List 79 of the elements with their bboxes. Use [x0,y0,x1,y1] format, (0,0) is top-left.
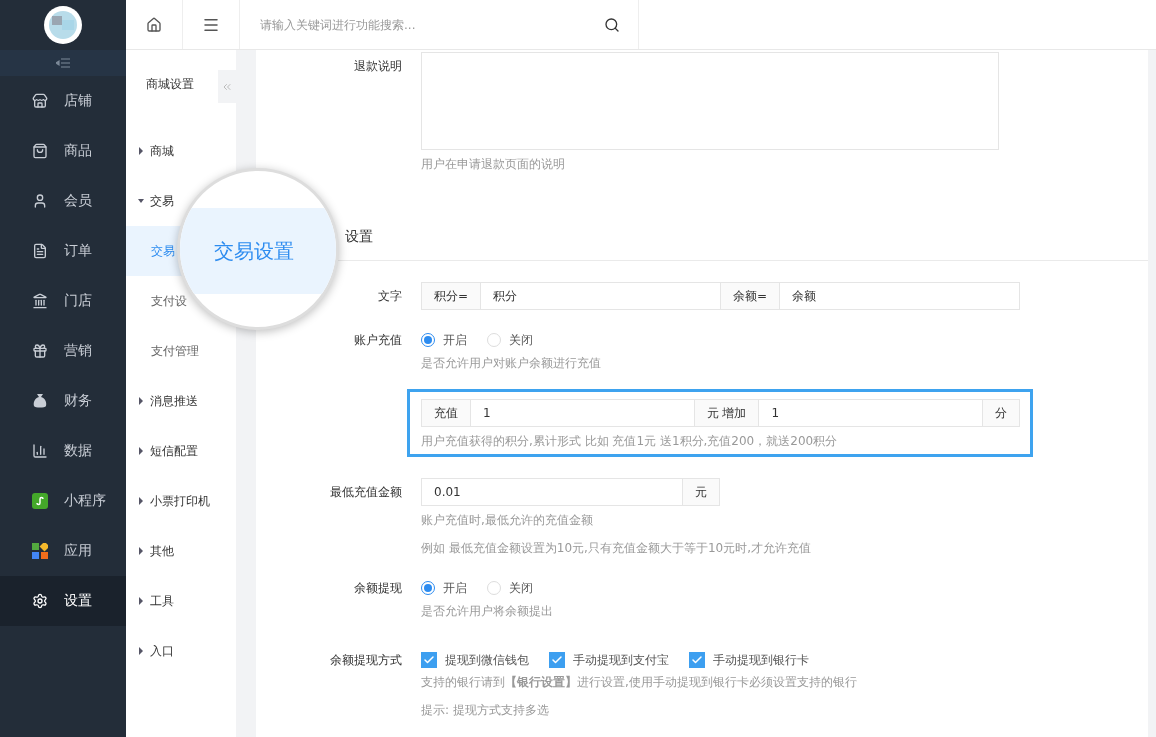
checkbox-option[interactable]: 手动提现到银行卡 [689,651,809,669]
nav-item[interactable]: 小票打印机 [138,493,210,509]
document-icon [32,243,48,259]
help-text: 提示: 提现方式支持多选 [421,702,550,719]
nav-item[interactable]: 其他 [138,543,174,559]
field-label: 文字 [378,289,402,303]
nav-item[interactable]: 消息推送 [138,393,198,409]
caret-right-icon [138,497,144,505]
money-bag-icon [32,393,48,409]
input-addon: 分 [982,399,1020,427]
settings-icon [32,593,48,609]
help-text: 用户在申请退款页面的说明 [421,156,566,173]
sidebar-item[interactable]: 小程序 [0,476,126,526]
sidebar-item[interactable]: 营销 [0,326,126,376]
field-label: 最低充值金额 [330,485,402,499]
mini-program-icon [32,493,48,509]
nav-item[interactable]: 工具 [138,593,174,609]
caret-down-icon [138,197,144,205]
text-input[interactable]: 1 [470,399,695,427]
help-text: 是否允许用户对账户余额进行充值 [421,355,602,372]
caret-right-icon [138,547,144,555]
input-addon: 积分= [421,282,482,310]
checkbox-option[interactable]: 手动提现到支付宝 [549,651,669,669]
nav-item[interactable]: 入口 [138,643,174,659]
help-text: 是否允许用户将余额提出 [421,603,554,620]
sidebar-item[interactable]: 商品 [0,126,126,176]
textarea-field[interactable] [421,52,999,150]
section-title: 设置 [345,228,373,244]
sidebar-item[interactable]: 应用 [0,526,126,576]
nav-item[interactable]: 支付管理 [151,343,199,359]
text-input[interactable]: 0.01 [421,478,683,506]
caret-right-icon [138,647,144,655]
radio-option[interactable]: 关闭 [487,331,533,349]
nav-item[interactable]: 交易 [138,193,174,209]
gift-icon [32,343,48,359]
checkbox-option[interactable]: 提现到微信钱包 [421,651,529,669]
input-addon: 余额= [720,282,781,310]
sidebar-item[interactable]: 数据 [0,426,126,476]
input-addon: 充值 [421,399,471,427]
caret-right-icon [138,597,144,605]
home-icon [146,16,162,33]
store-icon [32,93,48,109]
nav-item[interactable]: 短信配置 [138,443,198,459]
input-addon: 元 [682,478,720,506]
caret-right-icon [138,147,144,155]
collapse-menu-icon[interactable] [56,58,70,68]
field-label: 余额提现方式 [330,653,402,667]
help-text: 账户充值时,最低允许的充值金额 [421,512,594,529]
sidebar-item[interactable]: 门店 [0,276,126,326]
help-text: 支持的银行请到【银行设置】进行设置,使用手动提现到银行卡必须设置支持的银行 [421,674,858,691]
sidebar-item[interactable]: 财务 [0,376,126,426]
caret-right-icon [138,397,144,405]
nav-item[interactable]: 支付设 [151,293,187,309]
user-icon [32,193,48,209]
sidebar-item[interactable]: 订单 [0,226,126,276]
bar-chart-icon [32,443,48,459]
field-label: 退款说明 [354,59,402,73]
bag-icon [32,143,48,159]
radio-option[interactable]: 关闭 [487,579,533,597]
field-label: 账户充值 [354,333,402,347]
caret-right-icon [138,447,144,455]
text-input[interactable]: 余额 [779,282,1020,310]
search-icon[interactable] [604,16,620,33]
sidebar-item[interactable]: 设置 [0,576,126,626]
building-icon [32,293,48,309]
app-grid-icon [32,543,48,559]
help-text: 用户充值获得的积分,累计形式 比如 充值1元 送1积分,充值200，就送200积分 [421,433,839,450]
radio-option[interactable]: 开启 [421,579,467,597]
sidebar-item[interactable]: 会员 [0,176,126,226]
magnified-text: 交易设置 [214,237,294,265]
panel-title: 商城设置 [146,77,194,91]
input-addon: 元 增加 [693,399,760,427]
text-input[interactable]: 1 [758,399,983,427]
radio-option[interactable]: 开启 [421,331,467,349]
sidebar-item[interactable]: 店铺 [0,76,126,126]
text-input[interactable]: 积分 [480,282,721,310]
field-label: 余额提现 [354,581,402,595]
nav-item[interactable]: 商城 [138,143,174,159]
help-text: 例如 最低充值金额设置为10元,只有充值金额大于等于10元时,才允许充值 [421,540,812,557]
